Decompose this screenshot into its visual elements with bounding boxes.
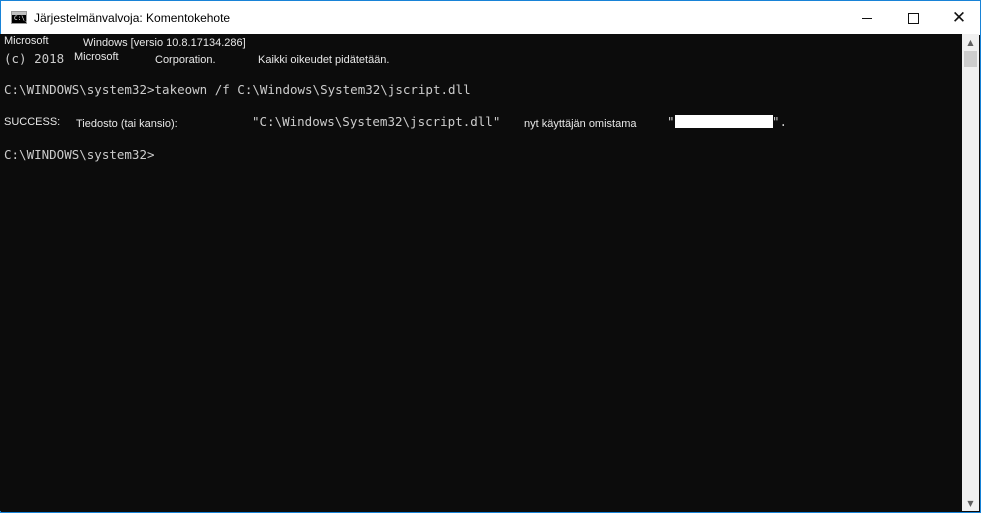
close-button[interactable]: ✕ [936,1,981,35]
result-path: "C:\Windows\System32\jscript.dll" [252,114,501,129]
command-line-takeown: C:\WINDOWS\system32>takeown /f C:\Window… [4,82,471,97]
result-label: Tiedosto (tai kansio): [76,118,178,130]
header-rights-text: Kaikki oikeudet pidätetään. [258,54,390,66]
minimize-icon [862,18,872,19]
window-title: Järjestelmänvalvoja: Komentokehote [34,11,231,25]
maximize-icon [907,12,919,24]
minimize-button[interactable] [844,1,890,35]
cmd-icon[interactable]: C:\_ [11,11,29,24]
result-quote-open: " [667,114,675,129]
cmd-icon-glyph: C:\_ [14,15,29,22]
title-bar[interactable]: C:\_ Järjestelmänvalvoja: Komentokehote … [1,1,980,35]
redacted-username [675,115,773,128]
header-version-text: Windows [versio 10.8.17134.286] [83,37,246,49]
close-icon: ✕ [951,7,967,28]
header-microsoft-text-2: Microsoft [74,51,119,63]
header-microsoft-text: Microsoft [4,35,49,47]
vertical-scrollbar[interactable]: ▲ ▼ [962,34,979,511]
scrollbar-thumb[interactable] [964,51,977,67]
console-output[interactable]: Microsoft Windows [versio 10.8.17134.286… [0,34,962,511]
header-copyright-text: (c) 2018 [4,51,65,66]
maximize-button[interactable] [890,1,936,35]
header-corporation-text: Corporation. [155,54,216,66]
result-quote-close: ". [772,114,788,129]
result-status: SUCCESS: [4,116,61,128]
scroll-down-icon[interactable]: ▼ [962,495,979,511]
scroll-up-icon[interactable]: ▲ [962,34,979,50]
result-owner-text: nyt käyttäjän omistama [524,118,637,130]
command-prompt[interactable]: C:\WINDOWS\system32> [4,147,155,162]
